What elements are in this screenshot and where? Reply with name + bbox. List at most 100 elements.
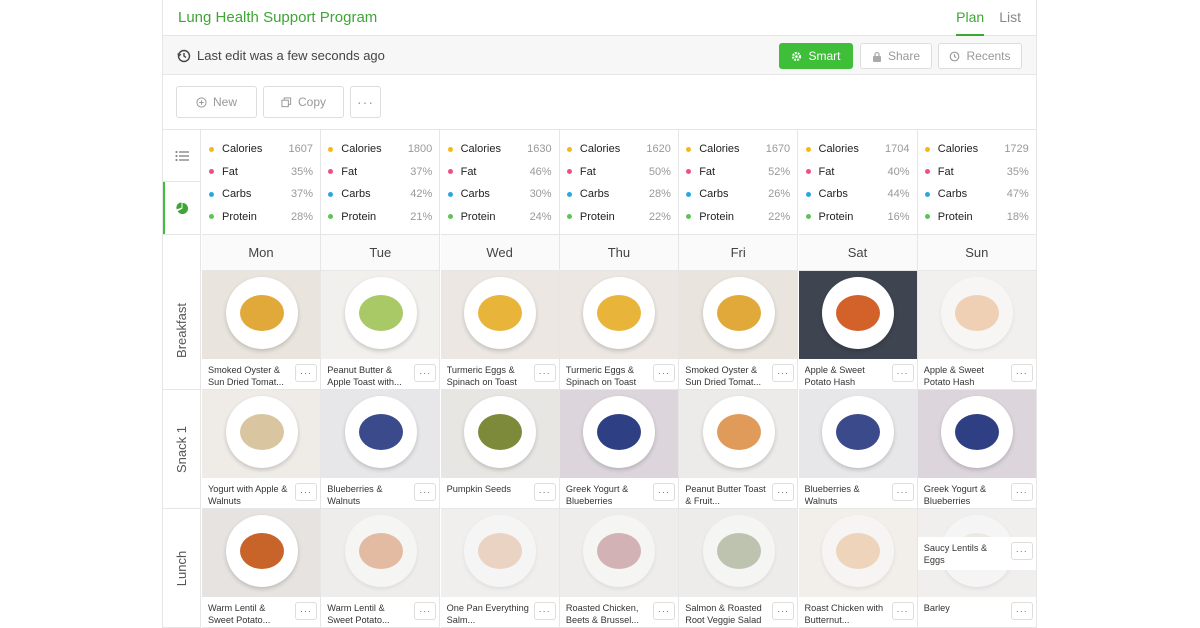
recipe-photo[interactable]	[798, 271, 917, 359]
recipe-more-button[interactable]: ···	[533, 602, 556, 620]
recipe-caption: Smoked Oyster & Sun Dried Tomat... ···	[679, 359, 798, 389]
tab-list[interactable]: List	[999, 0, 1021, 36]
recipe-more-button[interactable]: ···	[652, 364, 675, 382]
recipe-card[interactable]: Pumpkin Seeds ···	[440, 390, 560, 509]
recipe-photo[interactable]	[679, 509, 798, 597]
recipe-photo[interactable]	[440, 509, 559, 597]
recipe-more-button[interactable]: ···	[414, 364, 437, 382]
recipe-name[interactable]: Smoked Oyster & Sun Dried Tomat...	[685, 364, 769, 388]
nutrition-chart-toggle[interactable]	[163, 182, 201, 234]
recipe-name[interactable]: Blueberries & Walnuts	[805, 483, 889, 507]
recipe-card[interactable]: Warm Lentil & Sweet Potato... ···	[321, 509, 441, 628]
recipe-name[interactable]: Roast Chicken with Butternut...	[805, 602, 889, 626]
recipe-more-button[interactable]: ···	[533, 364, 556, 382]
recipe-card[interactable]: Smoked Oyster & Sun Dried Tomat... ···	[202, 271, 321, 390]
recipe-name[interactable]: Warm Lentil & Sweet Potato...	[208, 602, 292, 626]
recipe-more-button[interactable]: ···	[772, 483, 795, 501]
recipe-name[interactable]: Barley	[924, 602, 1008, 614]
recipe-card[interactable]: Roast Chicken with Butternut... ···	[798, 509, 918, 628]
recipe-more-button[interactable]: ···	[891, 483, 914, 501]
recipe-card[interactable]: Turmeric Eggs & Spinach on Toast ···	[440, 271, 560, 390]
recipe-name[interactable]: Pumpkin Seeds	[447, 483, 531, 495]
recipe-card[interactable]: Greek Yogurt & Blueberries ···	[559, 390, 679, 509]
recipe-photo[interactable]	[798, 390, 917, 478]
recipe-more-button[interactable]: ···	[1010, 542, 1033, 560]
copy-button[interactable]: Copy	[263, 86, 344, 118]
recipe-card[interactable]: Apple & Sweet Potato Hash ···	[798, 271, 918, 390]
recipe-card[interactable]: Warm Lentil & Sweet Potato... ···	[202, 509, 321, 628]
recipe-name[interactable]: Saucy Lentils & Eggs	[924, 542, 1008, 566]
nutrient-row: Protein 28%	[209, 209, 313, 225]
recipe-photo[interactable]	[202, 271, 320, 359]
recipe-card[interactable]: Roasted Chicken, Beets & Brussel... ···	[559, 509, 679, 628]
recipe-card[interactable]: Smoked Oyster & Sun Dried Tomat... ···	[679, 271, 799, 390]
recipe-card[interactable]: One Pan Everything Salm... ···	[440, 509, 560, 628]
recipe-name[interactable]: Smoked Oyster & Sun Dried Tomat...	[208, 364, 292, 388]
recipe-name[interactable]: Turmeric Eggs & Spinach on Toast	[566, 364, 650, 388]
nutrient-dot-icon	[209, 191, 214, 197]
recipe-more-button[interactable]: ···	[1010, 483, 1033, 501]
recipe-card[interactable]: Blueberries & Walnuts ···	[321, 390, 441, 509]
recipe-name[interactable]: Peanut Butter & Apple Toast with...	[327, 364, 411, 388]
recipe-photo[interactable]	[202, 390, 320, 478]
recipe-more-button[interactable]: ···	[414, 483, 437, 501]
smart-button[interactable]: Smart	[779, 43, 853, 69]
recipe-name[interactable]: Warm Lentil & Sweet Potato...	[327, 602, 411, 626]
list-view-toggle[interactable]	[163, 130, 201, 182]
recipe-photo[interactable]	[679, 271, 798, 359]
recipe-name[interactable]: Blueberries & Walnuts	[327, 483, 411, 507]
recipe-photo[interactable]	[559, 509, 678, 597]
tab-plan[interactable]: Plan	[956, 0, 985, 36]
recipe-name[interactable]: Greek Yogurt & Blueberries	[566, 483, 650, 507]
recipe-name[interactable]: Greek Yogurt & Blueberries	[924, 483, 1008, 507]
recipe-card[interactable]: Apple & Sweet Potato Hash ···	[917, 271, 1037, 390]
recipe-name[interactable]: Apple & Sweet Potato Hash	[924, 364, 1008, 388]
recipe-photo[interactable]	[798, 509, 917, 597]
recipe-photo[interactable]	[321, 271, 440, 359]
recipe-name[interactable]: One Pan Everything Salm...	[447, 602, 531, 626]
recipe-card[interactable]: Peanut Butter & Apple Toast with... ···	[321, 271, 441, 390]
recipe-more-button[interactable]: ···	[652, 602, 675, 620]
recipe-more-button[interactable]: ···	[295, 364, 317, 382]
recipe-more-button[interactable]: ···	[533, 483, 556, 501]
recipe-photo[interactable]	[559, 390, 678, 478]
recipe-card[interactable]: Salmon & Roasted Root Veggie Salad ···	[679, 509, 799, 628]
recipe-name[interactable]: Roasted Chicken, Beets & Brussel...	[566, 602, 650, 626]
recipe-card[interactable]: Barley ··· Saucy Lentils & Eggs ···	[917, 509, 1037, 628]
recipe-photo[interactable]	[917, 271, 1036, 359]
recipe-photo[interactable]	[679, 390, 798, 478]
recipe-card[interactable]: Greek Yogurt & Blueberries ···	[917, 390, 1037, 509]
new-button[interactable]: New	[176, 86, 257, 118]
recipe-photo[interactable]	[321, 390, 440, 478]
recents-button[interactable]: Recents	[938, 43, 1022, 69]
recipe-photo[interactable]	[440, 390, 559, 478]
recipe-card[interactable]: Turmeric Eggs & Spinach on Toast ···	[559, 271, 679, 390]
more-actions-button[interactable]: ···	[350, 86, 381, 118]
food-shape	[955, 414, 1000, 450]
recipe-more-button[interactable]: ···	[652, 483, 675, 501]
recipe-card[interactable]: Blueberries & Walnuts ···	[798, 390, 918, 509]
recipe-more-button[interactable]: ···	[891, 364, 914, 382]
recipe-name[interactable]: Apple & Sweet Potato Hash	[805, 364, 889, 388]
recipe-more-button[interactable]: ···	[1010, 602, 1033, 620]
share-button[interactable]: Share	[860, 43, 932, 69]
recipe-card[interactable]: Yogurt with Apple & Walnuts ···	[202, 390, 321, 509]
recipe-photo[interactable]	[321, 509, 440, 597]
recipe-more-button[interactable]: ···	[891, 602, 914, 620]
recipe-name[interactable]: Peanut Butter Toast & Fruit...	[685, 483, 769, 507]
recipe-name[interactable]: Salmon & Roasted Root Veggie Salad	[685, 602, 769, 626]
recipe-card[interactable]: Peanut Butter Toast & Fruit... ···	[679, 390, 799, 509]
recipe-photo[interactable]	[917, 390, 1036, 478]
recipe-more-button[interactable]: ···	[772, 364, 795, 382]
recipe-name[interactable]: Yogurt with Apple & Walnuts	[208, 483, 292, 507]
recipe-more-button[interactable]: ···	[295, 602, 317, 620]
recipe-more-button[interactable]: ···	[1010, 364, 1033, 382]
recipe-more-button[interactable]: ···	[295, 483, 317, 501]
recipe-name[interactable]: Turmeric Eggs & Spinach on Toast	[447, 364, 531, 388]
recipe-photo[interactable]	[202, 509, 320, 597]
recipe-photo[interactable]	[440, 271, 559, 359]
recipe-photo[interactable]	[559, 271, 678, 359]
view-tabs: Plan List	[941, 0, 1021, 36]
recipe-more-button[interactable]: ···	[772, 602, 795, 620]
recipe-more-button[interactable]: ···	[414, 602, 437, 620]
